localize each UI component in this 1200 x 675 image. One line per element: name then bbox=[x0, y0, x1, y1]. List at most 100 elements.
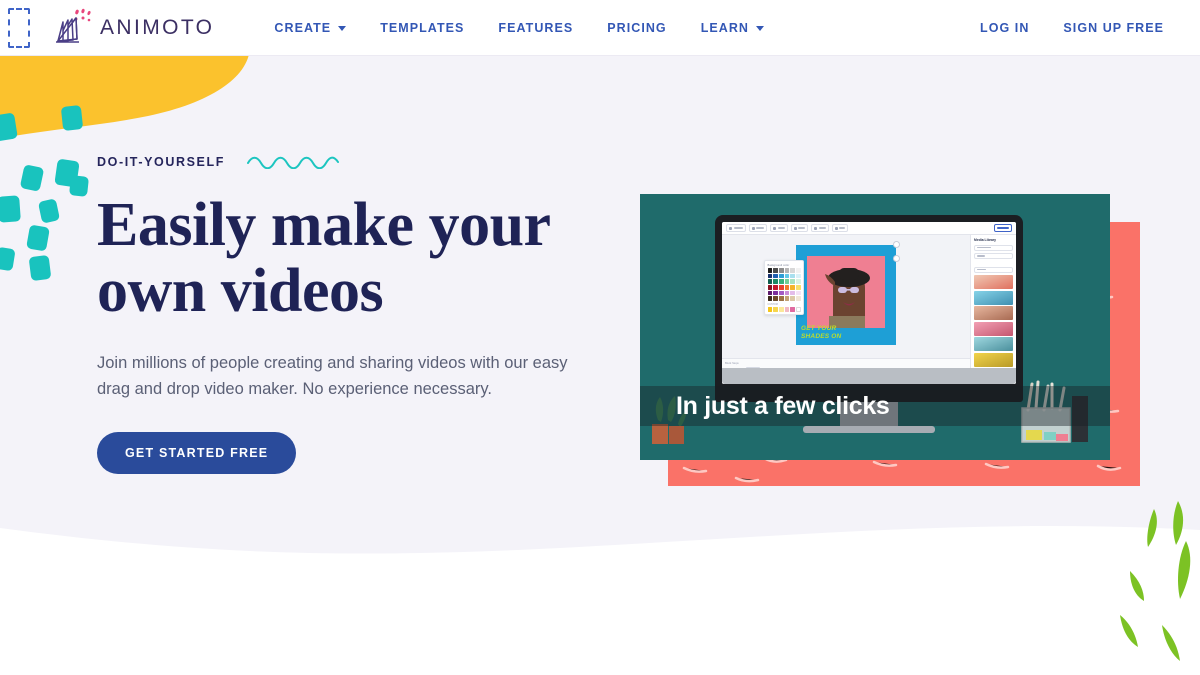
media-thumbnail[interactable] bbox=[974, 321, 1013, 336]
swatch[interactable] bbox=[778, 273, 784, 279]
video-caption-band: In just a few clicks bbox=[640, 386, 1110, 426]
swatch[interactable] bbox=[767, 273, 773, 279]
swatch[interactable] bbox=[778, 290, 784, 296]
brand-logo-link[interactable]: ANIMOTO bbox=[52, 8, 214, 48]
editor-screen[interactable]: GET YOUR SHADES ON Background color CUST… bbox=[722, 222, 1016, 384]
media-type-field[interactable] bbox=[974, 266, 1013, 273]
nav-item-create[interactable]: CREATE bbox=[274, 20, 347, 35]
toolbar-item-design[interactable] bbox=[748, 224, 767, 232]
imac-monitor-prop: GET YOUR SHADES ON Background color CUST… bbox=[715, 215, 1023, 433]
nav-item-learn[interactable]: LEARN bbox=[701, 21, 764, 35]
custom-swatch[interactable] bbox=[767, 307, 773, 312]
custom-swatch[interactable] bbox=[773, 307, 778, 312]
palette-custom-swatches[interactable] bbox=[767, 307, 801, 312]
swatch[interactable] bbox=[773, 290, 778, 296]
media-thumbnail[interactable] bbox=[974, 275, 1013, 289]
toolbar-item-redo[interactable] bbox=[831, 224, 848, 232]
slide-handle-side[interactable] bbox=[893, 255, 900, 262]
chevron-down-icon bbox=[756, 26, 764, 31]
swatch[interactable] bbox=[784, 296, 790, 302]
hero-subcopy: Join millions of people creating and sha… bbox=[97, 354, 568, 398]
swatch[interactable] bbox=[795, 273, 801, 279]
swatch[interactable] bbox=[795, 279, 801, 285]
media-thumbnail[interactable] bbox=[974, 290, 1013, 305]
hero-video-player[interactable]: GET YOUR SHADES ON Background color CUST… bbox=[640, 194, 1110, 460]
swatch[interactable] bbox=[795, 296, 801, 302]
slide-handle-top[interactable] bbox=[893, 241, 900, 248]
hero-media: GET YOUR SHADES ON Background color CUST… bbox=[640, 194, 1140, 494]
toolbar-item-undo[interactable] bbox=[811, 224, 829, 232]
swatch[interactable] bbox=[767, 285, 773, 290]
swatch[interactable] bbox=[790, 273, 795, 279]
chevron-down-icon bbox=[338, 26, 347, 31]
media-thumbnail[interactable] bbox=[974, 352, 1013, 367]
nav-item-features[interactable]: FEATURES bbox=[498, 21, 573, 35]
page-root: ANIMOTO CREATE TEMPLATES FEATURES PRICIN… bbox=[0, 0, 1200, 675]
swatch[interactable] bbox=[784, 273, 790, 279]
custom-swatch[interactable] bbox=[778, 307, 784, 312]
swatch[interactable] bbox=[784, 290, 790, 296]
export-button[interactable] bbox=[994, 224, 1012, 232]
swatch[interactable] bbox=[795, 285, 801, 290]
headline-line-2: own videos bbox=[97, 257, 384, 325]
license-field[interactable] bbox=[974, 253, 1013, 259]
background-color-palette[interactable]: Background color CUSTOM bbox=[764, 260, 804, 316]
hero-eyebrow: DO-IT-YOURSELF bbox=[97, 155, 225, 169]
media-thumbnail[interactable] bbox=[974, 306, 1013, 320]
swatch[interactable] bbox=[767, 268, 773, 273]
signup-free-link[interactable]: SIGN UP FREE bbox=[1063, 21, 1164, 35]
custom-swatch[interactable] bbox=[784, 307, 790, 312]
media-type-label bbox=[974, 262, 1013, 266]
swatch[interactable] bbox=[773, 279, 778, 285]
nav-item-templates[interactable]: TEMPLATES bbox=[380, 21, 464, 35]
swatch[interactable] bbox=[795, 268, 801, 273]
swatch[interactable] bbox=[778, 268, 784, 273]
wavy-line-icon bbox=[246, 156, 339, 169]
editor-canvas[interactable]: GET YOUR SHADES ON Background color CUST… bbox=[722, 235, 970, 358]
toolbar-item-music[interactable] bbox=[770, 224, 788, 232]
media-thumbnail[interactable] bbox=[974, 337, 1013, 351]
palette-swatch-grid[interactable] bbox=[767, 268, 801, 302]
site-header: ANIMOTO CREATE TEMPLATES FEATURES PRICIN… bbox=[0, 0, 1200, 56]
headline-line-1: Easily make your bbox=[97, 191, 551, 259]
swatch[interactable] bbox=[784, 279, 790, 285]
get-started-free-button[interactable]: GET STARTED FREE bbox=[97, 432, 297, 474]
palette-custom-label: CUSTOM bbox=[767, 303, 778, 307]
swatch[interactable] bbox=[778, 285, 784, 290]
slide-preview[interactable]: GET YOUR SHADES ON bbox=[796, 245, 896, 345]
timeline-label: Block Steps bbox=[725, 362, 739, 365]
swatch[interactable] bbox=[790, 285, 795, 290]
monitor-chin bbox=[722, 368, 1016, 384]
swatch[interactable] bbox=[778, 279, 784, 285]
login-link[interactable]: LOG IN bbox=[980, 21, 1029, 35]
swatch[interactable] bbox=[790, 296, 795, 302]
swatch[interactable] bbox=[795, 290, 801, 296]
swatch[interactable] bbox=[773, 268, 778, 273]
hero-eyebrow-row: DO-IT-YOURSELF bbox=[97, 150, 617, 174]
swatch[interactable] bbox=[767, 290, 773, 296]
nav-item-pricing[interactable]: PRICING bbox=[607, 21, 666, 35]
swatch[interactable] bbox=[767, 296, 773, 302]
swatch[interactable] bbox=[790, 290, 795, 296]
nav-item-create-label: CREATE bbox=[274, 20, 332, 35]
slide-caption: GET YOUR SHADES ON bbox=[801, 325, 891, 340]
custom-swatch-add[interactable] bbox=[795, 307, 801, 312]
media-thumbnail-list[interactable] bbox=[974, 275, 1013, 367]
swatch[interactable] bbox=[773, 285, 778, 290]
toolbar-item-stats[interactable] bbox=[790, 224, 808, 232]
custom-swatch[interactable] bbox=[790, 307, 795, 312]
swatch[interactable] bbox=[790, 279, 795, 285]
swatch[interactable] bbox=[773, 273, 778, 279]
swatch[interactable] bbox=[784, 268, 790, 273]
media-search-field[interactable] bbox=[974, 244, 1013, 251]
swatch[interactable] bbox=[773, 296, 778, 302]
swatch[interactable] bbox=[778, 296, 784, 302]
swatch[interactable] bbox=[790, 268, 795, 273]
hero-copy: DO-IT-YOURSELF Easily make your own vide… bbox=[97, 150, 617, 474]
media-library-panel[interactable]: Media Library bbox=[970, 235, 1016, 384]
swatch[interactable] bbox=[767, 279, 773, 285]
toolbar-item-sections[interactable] bbox=[726, 224, 746, 232]
skip-to-content-focus-ring[interactable] bbox=[8, 8, 30, 48]
nav-item-learn-label: LEARN bbox=[700, 20, 749, 35]
swatch[interactable] bbox=[784, 285, 790, 290]
